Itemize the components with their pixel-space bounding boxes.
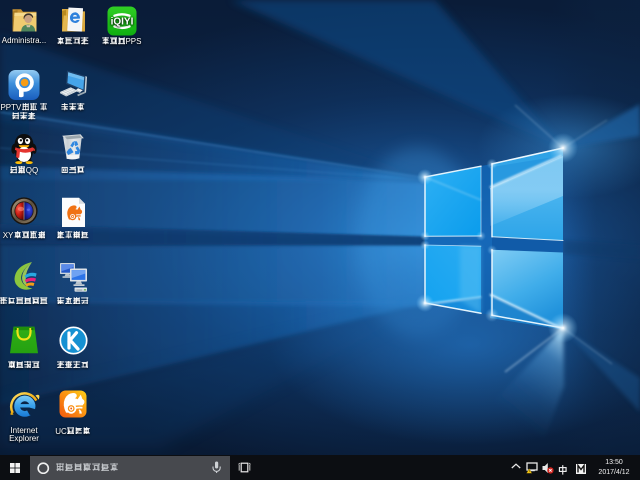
svg-text:iQIYI: iQIYI — [110, 17, 133, 28]
